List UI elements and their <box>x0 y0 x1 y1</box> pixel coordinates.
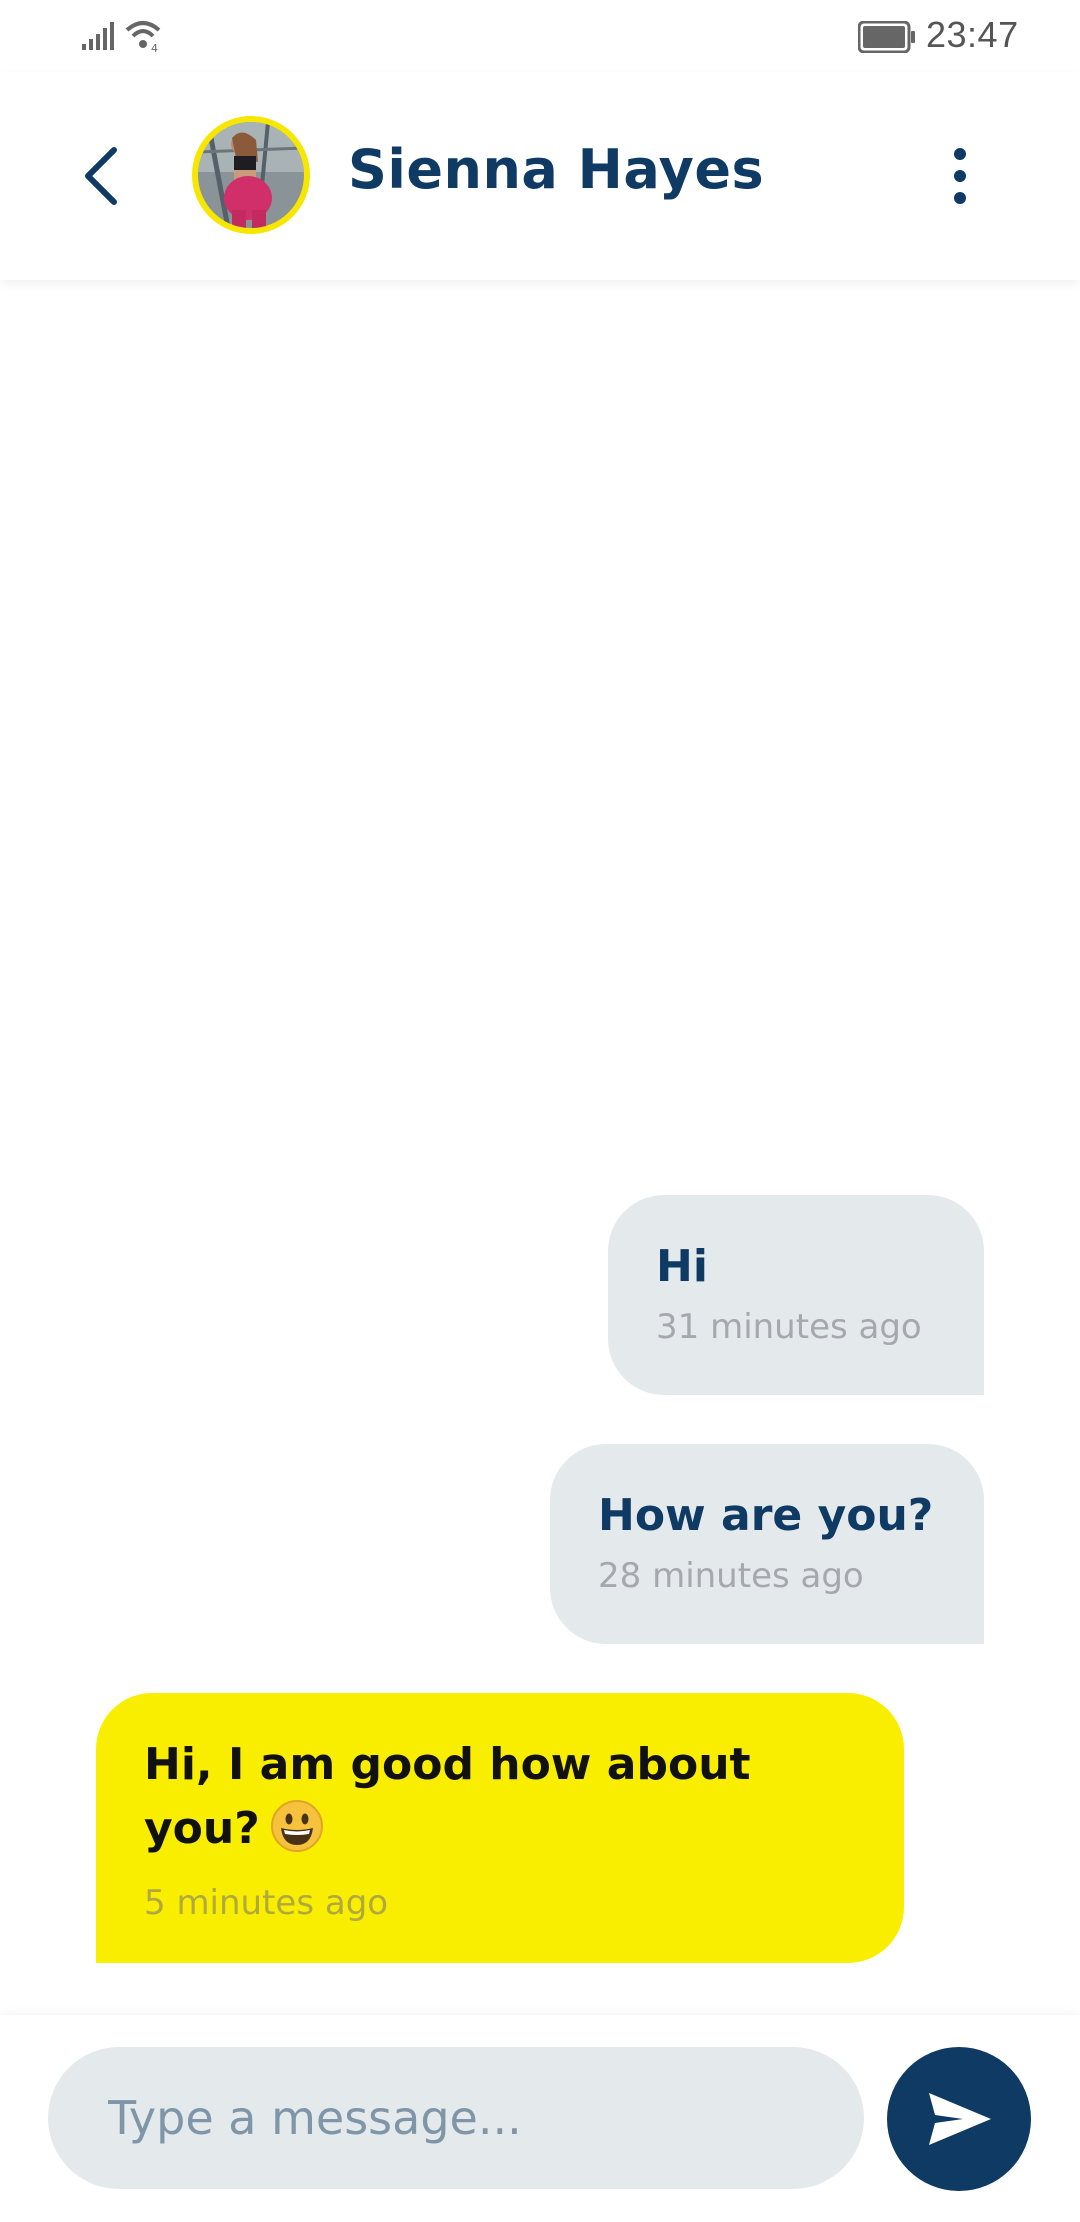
signal-icon <box>82 22 114 50</box>
message-bubble-sent[interactable]: Hi 31 minutes ago <box>608 1195 984 1395</box>
chat-screen: 4 23:47 Sienna Hayes Hi 31 minutes ago H… <box>0 0 1080 2222</box>
send-icon <box>929 2093 991 2145</box>
message-text-line-2: you? <box>144 1797 864 1861</box>
message-text: Hi, I am good how about you? <box>144 1733 864 1861</box>
more-vertical-icon <box>954 148 966 204</box>
back-button[interactable] <box>70 136 134 216</box>
battery-icon <box>858 21 915 53</box>
message-bubble-sent[interactable]: How are you? 28 minutes ago <box>550 1444 984 1644</box>
chat-header: Sienna Hayes <box>0 72 1080 280</box>
wifi-icon: 4 <box>125 21 161 52</box>
avatar-image <box>198 122 304 228</box>
message-input[interactable] <box>48 2047 864 2189</box>
avatar[interactable] <box>192 116 310 234</box>
message-text-line: Hi, I am good how about <box>144 1739 751 1790</box>
svg-text:4: 4 <box>151 42 158 52</box>
message-timestamp: 31 minutes ago <box>656 1307 922 1347</box>
message-list[interactable]: Hi 31 minutes ago How are you? 28 minute… <box>0 280 1080 2015</box>
message-timestamp: 28 minutes ago <box>598 1556 864 1596</box>
message-composer <box>0 2015 1080 2222</box>
grinning-face-emoji <box>270 1800 323 1852</box>
message-text: Hi <box>656 1241 708 1292</box>
message-text-line: you? <box>144 1803 260 1854</box>
contact-name: Sienna Hayes <box>348 138 765 201</box>
chevron-left-icon <box>85 147 117 205</box>
message-bubble-received[interactable]: Hi, I am good how about you? 5 minutes a… <box>96 1693 904 1963</box>
message-text: How are you? <box>598 1490 934 1541</box>
send-button[interactable] <box>887 2047 1031 2191</box>
more-options-button[interactable] <box>940 136 980 216</box>
message-timestamp: 5 minutes ago <box>144 1883 389 1923</box>
status-bar: 4 23:47 <box>0 0 1080 72</box>
status-time: 23:47 <box>926 14 1019 55</box>
